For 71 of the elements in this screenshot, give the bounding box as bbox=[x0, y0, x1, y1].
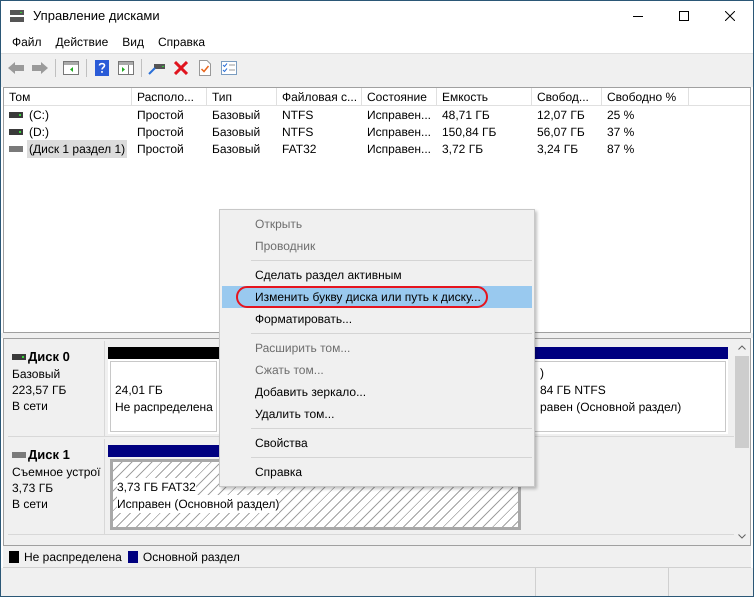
table-cell-text: Базовый bbox=[212, 140, 260, 158]
scroll-down-icon[interactable] bbox=[738, 534, 746, 539]
maximize-icon bbox=[679, 11, 689, 21]
menu-item[interactable]: Вид bbox=[115, 32, 151, 52]
column-header[interactable]: Свобод... bbox=[532, 88, 602, 106]
partition-info: Не распределена bbox=[115, 398, 213, 416]
disk-info: В сети bbox=[12, 496, 49, 511]
disk-info: 223,57 ГБ bbox=[12, 382, 68, 397]
partition-info: 3,73 ГБ FAT32 bbox=[117, 478, 196, 496]
table-cell-text: 37 % bbox=[607, 124, 634, 140]
partition-info: Исправен (Основной раздел) bbox=[117, 494, 280, 512]
menu-item[interactable]: Изменить букву диска или путь к диску... bbox=[222, 286, 532, 308]
table-cell-text: Простой bbox=[137, 106, 184, 124]
window-title: Управление дисками bbox=[33, 7, 160, 26]
disk-name: Диск 0 bbox=[28, 348, 70, 366]
column-header[interactable]: Располо... bbox=[132, 88, 207, 106]
table-cell-text: FAT32 bbox=[282, 140, 316, 158]
close-icon bbox=[725, 11, 735, 21]
disk-info: Съемное устрої bbox=[12, 464, 102, 479]
partition-info: 24,01 ГБ bbox=[115, 382, 163, 398]
column-header[interactable]: Состояние bbox=[362, 88, 437, 106]
table-cell-text: 12,07 ГБ bbox=[537, 106, 585, 124]
table-cell[interactable]: (Диск 1 раздел 1) bbox=[27, 140, 128, 158]
drive-icon bbox=[12, 451, 26, 459]
table-cell-text: 56,07 ГБ bbox=[537, 124, 585, 140]
drive-icon bbox=[9, 110, 23, 118]
menu-item[interactable]: Форматировать... bbox=[222, 308, 532, 330]
menu-item[interactable]: Добавить зеркало... bbox=[222, 381, 532, 403]
table-cell[interactable]: (C:) bbox=[27, 106, 51, 124]
scroll-up-icon[interactable] bbox=[738, 345, 746, 350]
disk-info: Базовый bbox=[12, 366, 62, 381]
table-cell-text: Базовый bbox=[212, 124, 260, 140]
menu-item[interactable]: Сделать раздел активным bbox=[222, 264, 532, 286]
table-cell-text: Базовый bbox=[212, 106, 260, 124]
menu-item[interactable]: Файл bbox=[5, 32, 49, 52]
disk-management-icon bbox=[9, 9, 25, 23]
legend-label: Не распределена bbox=[24, 548, 122, 566]
table-cell-text: NTFS bbox=[282, 124, 314, 140]
partition[interactable]: 24,01 ГБ Не распределена bbox=[108, 347, 219, 434]
table-cell-text: Простой bbox=[137, 124, 184, 140]
partition-info: ) bbox=[540, 364, 544, 382]
column-header[interactable]: Том bbox=[4, 88, 132, 106]
drive-icon bbox=[9, 128, 23, 136]
table-cell-text: 87 % bbox=[607, 140, 634, 158]
table-cell-text: 3,72 ГБ bbox=[442, 140, 484, 158]
table-cell-text: Исправен... bbox=[367, 106, 432, 124]
menu-item[interactable]: Справка bbox=[151, 32, 212, 52]
disk-name: Диск 1 bbox=[28, 446, 70, 464]
column-header[interactable]: Свободно % bbox=[602, 88, 689, 106]
drive-icon bbox=[9, 144, 23, 152]
partition-info: равен (Основной раздел) bbox=[540, 398, 682, 416]
table-cell-text: 150,84 ГБ bbox=[442, 124, 496, 140]
table-cell-text: Простой bbox=[137, 140, 184, 158]
menu-item[interactable]: Удалить том... bbox=[222, 403, 532, 425]
disk-info: В сети bbox=[12, 398, 49, 413]
table-cell-text: 48,71 ГБ bbox=[442, 106, 490, 124]
table-cell-text: Исправен... bbox=[367, 140, 432, 158]
menu-item[interactable]: Действие bbox=[48, 32, 116, 52]
column-header[interactable]: Емкость bbox=[437, 88, 532, 106]
table-cell[interactable]: (D:) bbox=[27, 122, 51, 140]
column-header[interactable]: Файловая с... bbox=[277, 88, 362, 106]
partition-info: 84 ГБ NTFS bbox=[540, 382, 606, 398]
table-cell-text: NTFS bbox=[282, 106, 314, 124]
scrollbar-thumb[interactable] bbox=[735, 356, 749, 448]
drive-icon bbox=[12, 353, 26, 361]
column-header[interactable]: Тип bbox=[207, 88, 277, 106]
legend-label: Основной раздел bbox=[142, 548, 240, 566]
disk-info: 3,73 ГБ bbox=[12, 480, 54, 495]
table-cell-text: 3,24 ГБ bbox=[537, 140, 578, 158]
table-cell-text: 25 % bbox=[607, 106, 634, 124]
table-cell-text: Исправен... bbox=[367, 124, 432, 140]
